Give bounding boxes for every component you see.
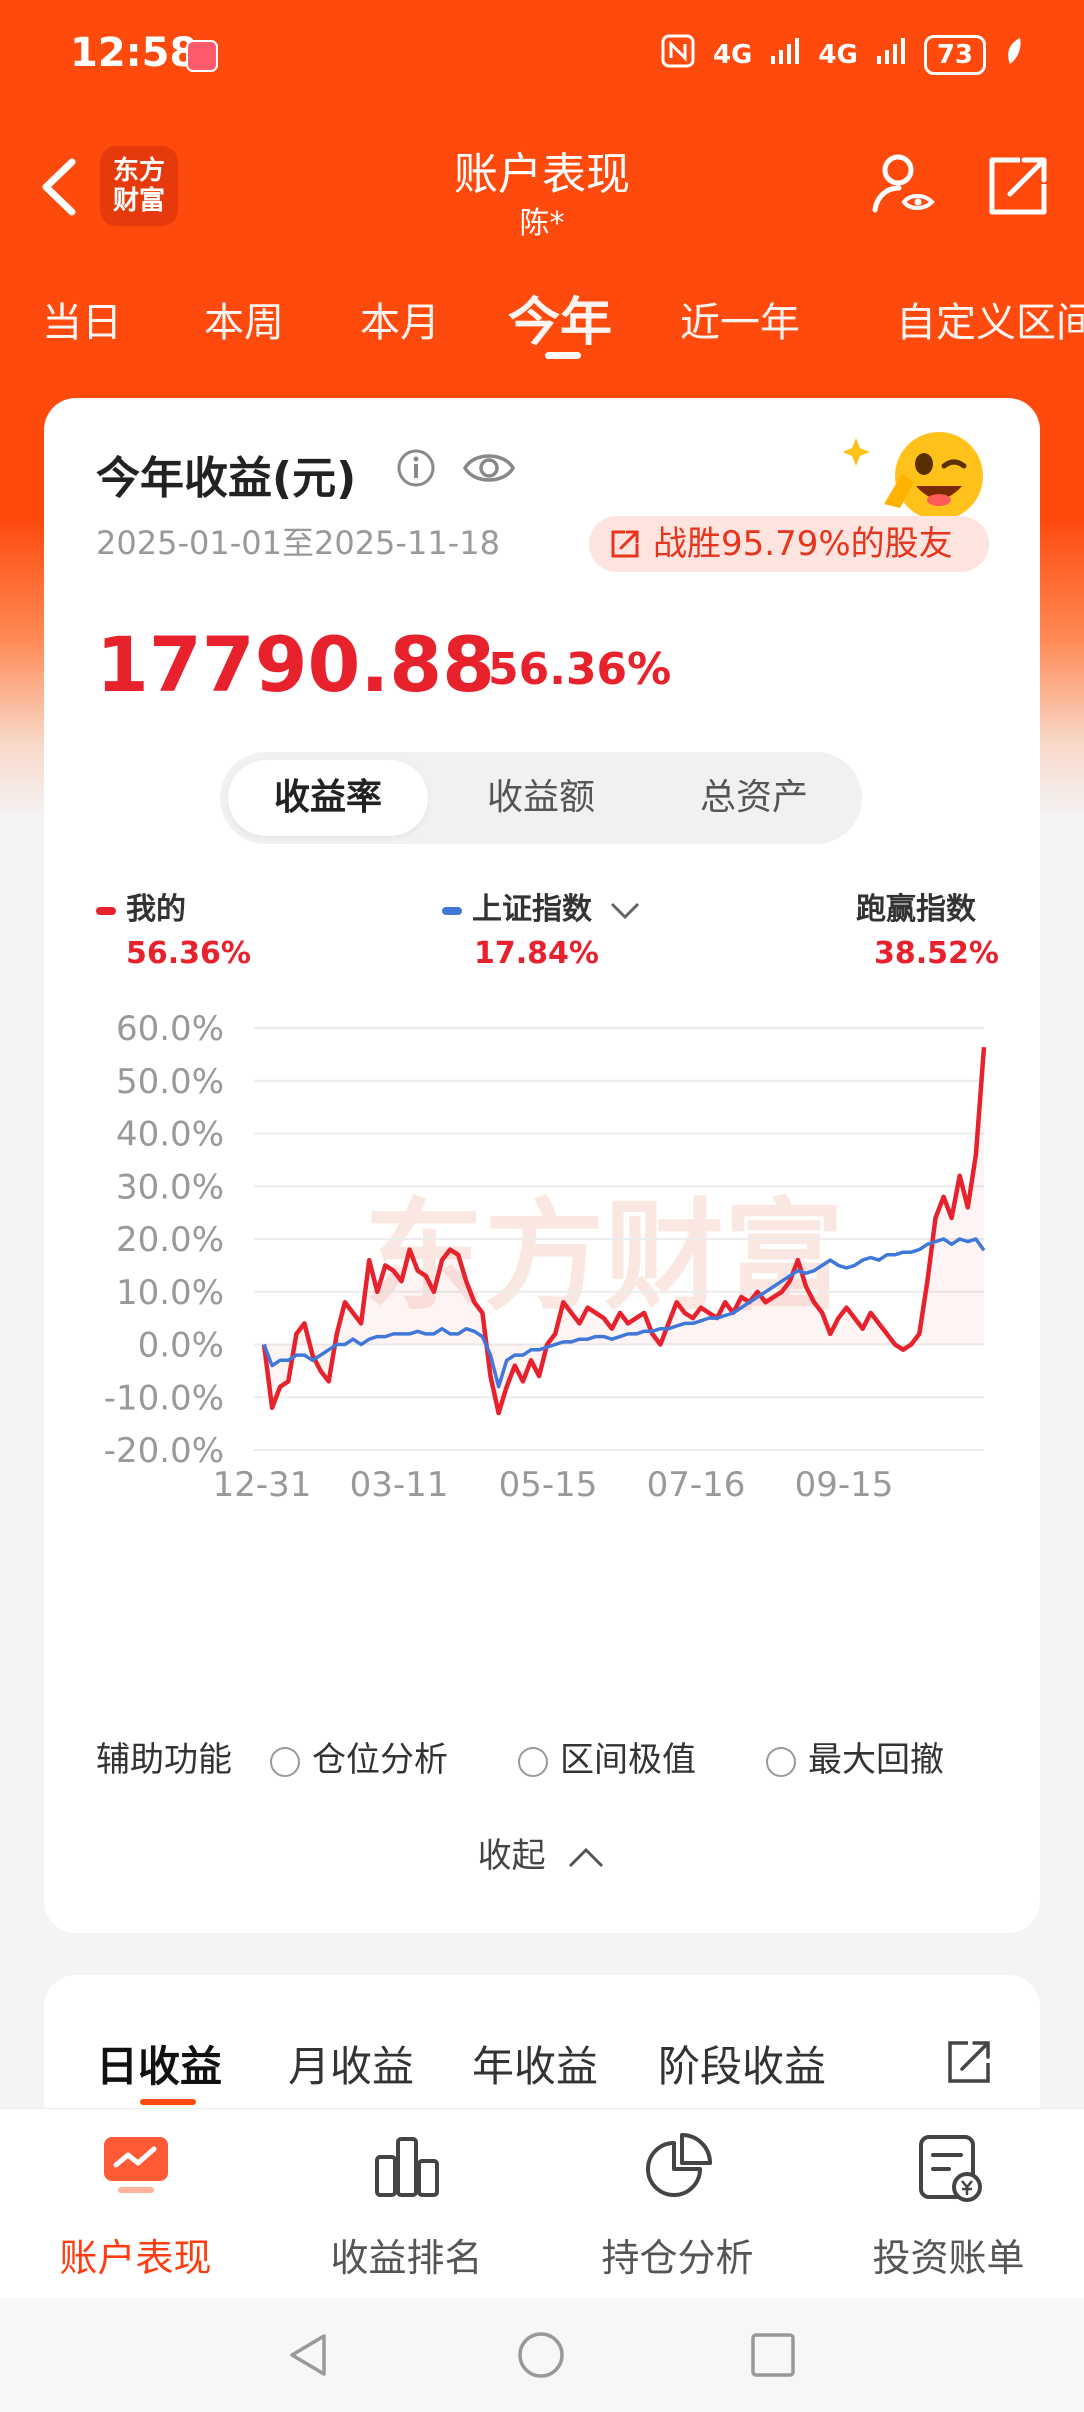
legend-mine-value: 56.36%: [126, 936, 251, 971]
aux-max-drawdown[interactable]: 最大回撤: [766, 1732, 944, 1781]
collapse-button[interactable]: 收起: [44, 1828, 1040, 1877]
eye-icon[interactable]: [462, 446, 516, 494]
beat-peers-badge[interactable]: 战胜95.79%的股友: [589, 516, 989, 572]
legend-index-value: 17.84%: [474, 936, 599, 971]
y-tick-label: 20.0%: [116, 1220, 224, 1260]
user-eye-icon: [872, 154, 935, 213]
profit-amount: 17790.88: [96, 620, 496, 709]
y-tick-label: 50.0%: [116, 1062, 224, 1102]
tab-today[interactable]: 当日: [42, 290, 122, 348]
nav-label: 持仓分析: [601, 2236, 754, 2280]
app-header: 东方 财富 账户表现 陈*: [0, 130, 1084, 250]
y-tick-label: 10.0%: [116, 1273, 224, 1313]
signal-2-label: 4G: [818, 39, 858, 70]
profit-tab-indicator: [140, 2099, 196, 2105]
x-tick-label: 03-11: [350, 1465, 449, 1498]
nav-account-performance[interactable]: 账户表现: [0, 2109, 271, 2299]
system-home-icon[interactable]: [516, 2330, 566, 2380]
segment-return-rate[interactable]: 收益率: [228, 760, 428, 836]
system-recents-icon[interactable]: [748, 2330, 798, 2380]
mascot-emoji-icon: [842, 426, 994, 530]
metric-segmented-control: 收益率 收益额 总资产: [220, 752, 862, 844]
radio-icon: [270, 1746, 300, 1777]
privacy-view-button[interactable]: [870, 150, 940, 220]
system-navigation-bar: [0, 2298, 1084, 2412]
card-title: 今年收益(元): [96, 453, 357, 504]
legend-outperform-value: 38.52%: [874, 936, 999, 971]
tab-yearly-profit[interactable]: 年收益: [472, 2033, 598, 2094]
info-icon[interactable]: [396, 448, 436, 492]
active-tab-indicator: [545, 352, 581, 359]
y-tick-label: -20.0%: [104, 1431, 224, 1471]
tab-this-year[interactable]: 今年: [508, 280, 612, 355]
pie-icon: [646, 2133, 712, 2197]
nav-label: 账户表现: [59, 2236, 212, 2280]
segment-total-assets[interactable]: 总资产: [654, 760, 854, 836]
bar-rank-icon: [375, 2137, 439, 2197]
beat-peers-text: 战胜95.79%的股友: [653, 524, 953, 564]
x-tick-label: 07-16: [647, 1465, 746, 1498]
nav-label: 投资账单: [872, 2236, 1025, 2280]
signal-1-icon: [770, 36, 800, 73]
signal-1-label: 4G: [712, 39, 753, 70]
chevron-up-icon: [569, 1847, 604, 1867]
tab-month[interactable]: 本月: [360, 290, 440, 348]
leaf-icon: [1004, 36, 1024, 73]
x-tick-label: 09-15: [795, 1465, 894, 1498]
share-icon: [948, 2041, 990, 2083]
notification-app-icon: [186, 40, 218, 72]
segment-profit-amount[interactable]: 收益额: [441, 760, 641, 836]
profit-rate: 56.36%: [488, 644, 672, 695]
profit-share-button[interactable]: [944, 2037, 994, 2091]
status-time: 12:58: [70, 30, 198, 76]
system-back-icon[interactable]: [284, 2330, 334, 2380]
y-tick-label: 60.0%: [116, 1009, 224, 1049]
nav-label: 收益排名: [330, 2236, 483, 2280]
radio-icon: [518, 1746, 548, 1777]
share-small-icon: [611, 530, 639, 558]
aux-position-analysis[interactable]: 仓位分析: [270, 1732, 448, 1781]
nav-profit-ranking[interactable]: 收益排名: [271, 2109, 542, 2299]
radio-icon: [766, 1746, 796, 1777]
x-tick-label: 12-31: [213, 1465, 312, 1498]
legend-index-selector[interactable]: 上证指数: [442, 884, 642, 928]
tab-week[interactable]: 本周: [204, 290, 284, 348]
share-button[interactable]: [984, 150, 1054, 220]
aux-label: 辅助功能: [96, 1740, 232, 1780]
y-tick-label: -10.0%: [104, 1378, 224, 1418]
performance-card: 今年收益(元) 2025-01-01至2025-11-18 战胜95.79%的股…: [44, 398, 1040, 1933]
period-tabs: 当日 本周 本月 今年 近一年 自定义区间: [0, 280, 1084, 370]
chevron-down-icon: [611, 902, 640, 919]
return-line-chart[interactable]: 东方财富60.0%50.0%40.0%30.0%20.0%10.0%0.0%-1…: [44, 978, 1040, 1498]
aux-range-extremes[interactable]: 区间极值: [518, 1732, 696, 1781]
nfc-icon: [661, 34, 695, 75]
bill-icon: [919, 2135, 982, 2202]
share-icon: [989, 157, 1047, 215]
status-bar: 12:58 4G 4G 73: [0, 0, 1084, 110]
tab-last-year[interactable]: 近一年: [680, 290, 800, 348]
x-tick-label: 05-15: [499, 1465, 598, 1498]
nav-holding-analysis[interactable]: 持仓分析: [542, 2109, 813, 2299]
legend-mine: 我的: [96, 884, 186, 928]
y-tick-label: 0.0%: [138, 1326, 224, 1366]
signal-2-icon: [876, 36, 906, 73]
date-range: 2025-01-01至2025-11-18: [96, 524, 500, 562]
chart-screen-icon: [104, 2137, 168, 2193]
tab-stage-profit[interactable]: 阶段收益: [658, 2033, 826, 2094]
tab-daily-profit[interactable]: 日收益: [96, 2033, 222, 2094]
y-tick-label: 40.0%: [116, 1115, 224, 1155]
battery-indicator: 73: [923, 34, 986, 75]
bottom-nav: 账户表现 收益排名 持仓分析 投资账单: [0, 2108, 1084, 2299]
tab-custom-range[interactable]: 自定义区间: [896, 290, 1084, 348]
y-tick-label: 30.0%: [116, 1167, 224, 1207]
tab-monthly-profit[interactable]: 月收益: [288, 2033, 414, 2094]
nav-investment-bill[interactable]: 投资账单: [813, 2109, 1084, 2299]
legend-outperform: 跑赢指数: [856, 892, 976, 927]
